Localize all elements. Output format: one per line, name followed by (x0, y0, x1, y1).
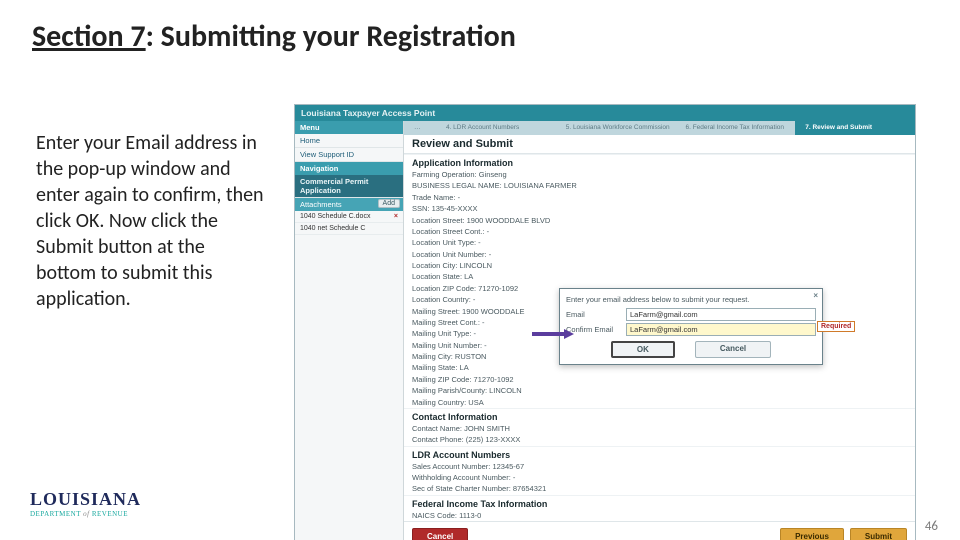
section-contact-info: Contact Information (404, 408, 915, 423)
info-row: Trade Name: - (404, 192, 915, 203)
info-row: Location Street Cont.: - (404, 226, 915, 237)
wizard-step-6[interactable]: 6. Federal Income Tax Information (675, 121, 795, 135)
required-badge: Required (817, 321, 855, 332)
sidebar-item-support-id[interactable]: View Support ID (295, 148, 403, 162)
previous-button[interactable]: Previous (780, 528, 844, 540)
info-row: Sec of State Charter Number: 87654321 (404, 483, 915, 494)
close-icon[interactable]: × (813, 291, 818, 300)
sidebar-item-commercial-permit[interactable]: Commercial Permit Application (295, 175, 403, 198)
wizard-steps: … 4. LDR Account Numbers 5. Louisiana Wo… (404, 121, 915, 135)
attachments-header-label: Attachments (300, 200, 342, 209)
info-row: SSN: 135-45-XXXX (404, 203, 915, 214)
info-row: Location State: LA (404, 271, 915, 282)
info-row: Contact Phone: (225) 123-XXXX (404, 434, 915, 445)
sidebar-attachments-header: Attachments Add (295, 198, 403, 211)
info-row: Contact Name: JOHN SMITH (404, 423, 915, 434)
info-row: Location Unit Type: - (404, 237, 915, 248)
add-attachment-button[interactable]: Add (378, 199, 400, 208)
main-panel: … 4. LDR Account Numbers 5. Louisiana Wo… (404, 121, 915, 540)
sidebar: Menu Home View Support ID Navigation Com… (295, 121, 404, 540)
page-number: 46 (925, 519, 938, 534)
sidebar-nav-header: Navigation (295, 162, 403, 175)
info-row: Withholding Account Number: - (404, 472, 915, 483)
title-rest: : Submitting your Registration (146, 18, 516, 55)
section-ldr-accounts: LDR Account Numbers (404, 446, 915, 461)
email-label: Email (566, 310, 626, 319)
louisiana-revenue-logo: LOUISIANA DEPARTMENT of REVENUE (30, 489, 141, 518)
submit-button[interactable]: Submit (850, 528, 907, 540)
attachment-row[interactable]: 1040 Schedule C.docx × (295, 211, 403, 223)
wizard-step-5[interactable]: 5. Louisiana Workforce Commission (556, 121, 676, 135)
wizard-step-4[interactable]: 4. LDR Account Numbers (436, 121, 556, 135)
info-row: Sales Account Number: 12345-67 (404, 461, 915, 472)
info-row: Location City: LINCOLN (404, 260, 915, 271)
info-row: BUSINESS LEGAL NAME: LOUISIANA FARMER (404, 180, 915, 191)
info-row: Mailing Parish/County: LINCOLN (404, 385, 915, 396)
title-underlined-part: Section 7 (32, 18, 146, 55)
ok-button[interactable]: OK (611, 341, 675, 358)
logo-main: LOUISIANA (30, 489, 141, 510)
popup-cancel-button[interactable]: Cancel (695, 341, 771, 358)
logo-subtitle: DEPARTMENT of REVENUE (30, 510, 141, 518)
wizard-step-7[interactable]: 7. Review and Submit (795, 121, 915, 135)
sidebar-menu-header: Menu (295, 121, 403, 134)
info-row: NAICS Code: 1113-0 (404, 510, 915, 521)
page-heading: Review and Submit (404, 135, 915, 154)
app-header-bar: Louisiana Taxpayer Access Point (295, 105, 915, 121)
info-row: Mailing Country: USA (404, 397, 915, 408)
section-application-info: Application Information (404, 154, 915, 169)
remove-attachment-icon[interactable]: × (394, 213, 398, 220)
info-row: Location Street: 1900 WOODDALE BLVD (404, 215, 915, 226)
sidebar-item-home[interactable]: Home (295, 134, 403, 148)
attachment-name: 1040 net Schedule C (300, 225, 365, 232)
confirm-email-input[interactable]: LaFarm@gmail.com (626, 323, 816, 336)
email-confirmation-popup: × Enter your email address below to subm… (559, 288, 823, 365)
app-body: Menu Home View Support ID Navigation Com… (295, 121, 915, 540)
application-screenshot: Louisiana Taxpayer Access Point Menu Hom… (294, 104, 916, 540)
popup-prompt: Enter your email address below to submit… (566, 295, 816, 304)
info-row: Mailing ZIP Code: 71270-1092 (404, 374, 915, 385)
attachment-row[interactable]: 1040 net Schedule C (295, 223, 403, 235)
section-federal-tax: Federal Income Tax Information (404, 495, 915, 510)
info-row: Farming Operation: Ginseng (404, 169, 915, 180)
annotation-arrow-icon (532, 329, 576, 339)
footer-buttons: Cancel Previous Submit (404, 521, 915, 540)
email-input[interactable]: LaFarm@gmail.com (626, 308, 816, 321)
attachment-name: 1040 Schedule C.docx (300, 213, 370, 220)
slide-title: Section 7: Submitting your Registration (32, 18, 516, 55)
cancel-button[interactable]: Cancel (412, 528, 468, 540)
instruction-paragraph: Enter your Email address in the pop-up w… (36, 130, 266, 312)
info-row: Location Unit Number: - (404, 249, 915, 260)
wizard-step-prev[interactable]: … (404, 121, 436, 135)
